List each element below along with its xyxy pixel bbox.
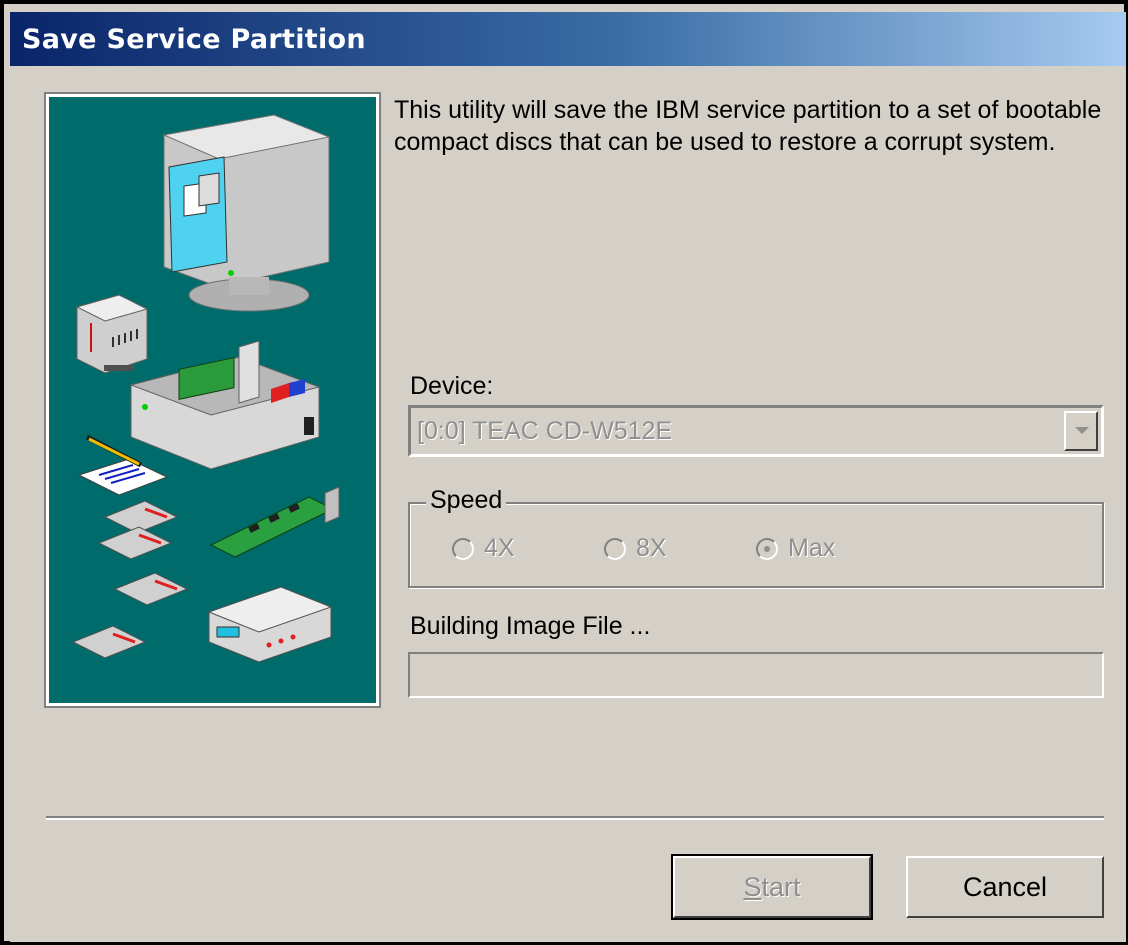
cancel-button[interactable]: Cancel xyxy=(906,856,1104,918)
start-mnemonic: S xyxy=(743,871,762,902)
start-button[interactable]: Start xyxy=(671,854,873,920)
separator-line xyxy=(46,816,1104,820)
cd-drive-icon xyxy=(71,500,189,659)
radio-indicator xyxy=(452,537,474,560)
hardware-illustration xyxy=(44,92,381,708)
speed-radio-8x[interactable]: 8X xyxy=(604,534,667,563)
expansion-card-icon xyxy=(209,486,340,558)
description-text: This utility will save the IBM service p… xyxy=(394,96,1102,156)
device-label: Device: xyxy=(410,372,494,400)
speed-option-label: 8X xyxy=(636,534,667,562)
dialog-window: Save Service Partition This utility will… xyxy=(0,0,1128,945)
radio-indicator xyxy=(604,537,626,560)
speed-option-label: Max xyxy=(788,534,836,562)
radio-indicator xyxy=(756,537,778,560)
title-bar[interactable]: Save Service Partition xyxy=(10,12,1126,66)
monitor-icon xyxy=(162,114,331,312)
window-title: Save Service Partition xyxy=(22,23,366,55)
speed-radio-4x[interactable]: 4X xyxy=(452,534,515,563)
open-case-icon xyxy=(129,340,321,470)
speed-label: Speed xyxy=(426,486,507,515)
speed-option-label: 4X xyxy=(484,534,515,562)
speed-radio-max[interactable]: Max xyxy=(756,534,835,563)
progress-bar xyxy=(408,652,1104,698)
network-device-icon xyxy=(207,586,333,663)
progress-label: Building Image File ... xyxy=(410,612,651,640)
chevron-down-icon[interactable] xyxy=(1064,411,1098,451)
device-dropdown[interactable]: [0:0] TEAC CD-W512E xyxy=(408,405,1104,457)
dialog-body: This utility will save the IBM service p… xyxy=(10,66,1126,942)
start-label-rest: tart xyxy=(761,871,801,902)
device-selected-value: [0:0] TEAC CD-W512E xyxy=(417,417,673,445)
speed-groupbox: Speed 4X 8X Max xyxy=(408,486,1104,588)
tower-icon xyxy=(75,294,149,374)
